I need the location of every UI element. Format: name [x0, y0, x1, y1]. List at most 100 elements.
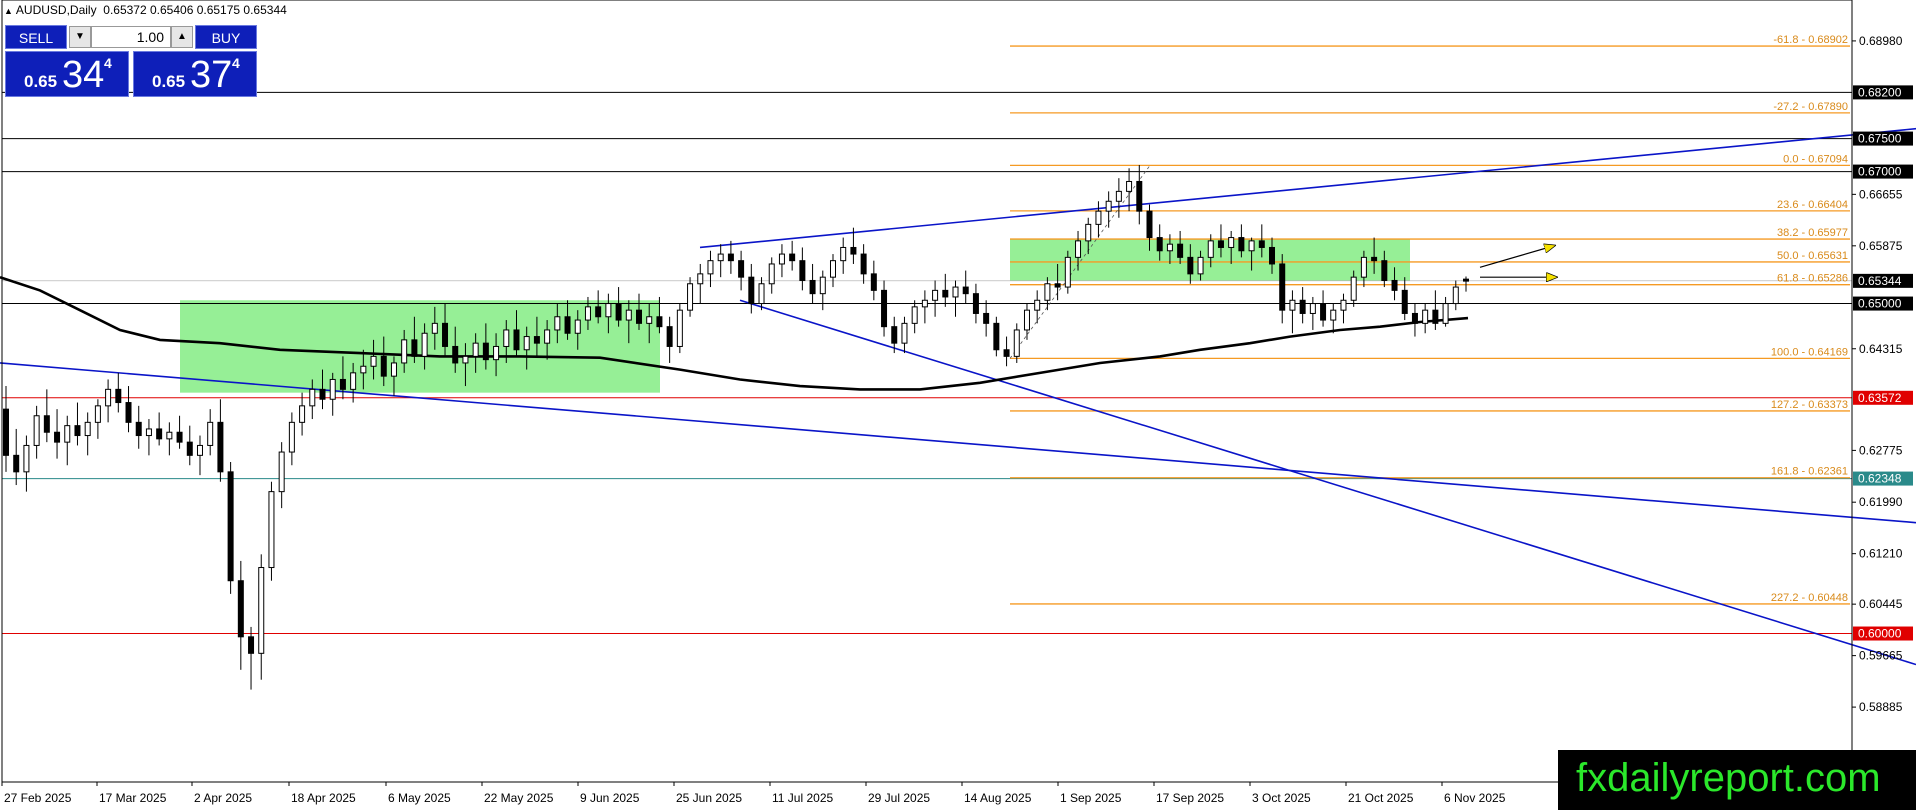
candle[interactable] [1115, 178, 1122, 218]
candle[interactable] [196, 435, 203, 476]
candle[interactable] [676, 303, 683, 354]
trendline[interactable] [739, 299, 1916, 666]
candle[interactable] [207, 409, 214, 456]
candle[interactable] [135, 405, 142, 449]
candle[interactable] [156, 412, 163, 446]
candle[interactable] [1289, 290, 1296, 334]
candle[interactable] [840, 237, 847, 274]
candle[interactable] [768, 257, 775, 294]
candle[interactable] [1013, 323, 1020, 363]
candle[interactable] [687, 277, 694, 317]
lot-size-input[interactable]: 1.00 [91, 26, 171, 48]
bull-candle-body [360, 365, 367, 374]
bull-candle-body [166, 431, 173, 440]
sell-button[interactable]: SELL [5, 25, 67, 49]
candle[interactable] [697, 263, 704, 304]
candle[interactable] [1309, 296, 1316, 330]
candle[interactable] [972, 283, 979, 324]
lot-increase-icon[interactable]: ▲ [171, 26, 193, 48]
candle[interactable] [74, 402, 81, 446]
sell-price-box[interactable]: 0.65 34 4 [5, 51, 129, 97]
candle[interactable] [54, 409, 61, 459]
candle[interactable] [115, 372, 122, 413]
candle[interactable] [248, 626, 255, 690]
candle[interactable] [819, 270, 826, 311]
candle[interactable] [993, 316, 1000, 357]
candle[interactable] [1411, 303, 1418, 337]
candle[interactable] [870, 260, 877, 301]
price-chart[interactable]: -61.8 - 0.68902 -27.2 - 0.67890 0.0 - 0.67… [0, 0, 1916, 810]
candle[interactable] [778, 244, 785, 278]
candle[interactable] [33, 405, 40, 459]
candle[interactable] [268, 481, 275, 581]
candle[interactable] [666, 316, 673, 363]
candle[interactable] [329, 372, 336, 416]
candle[interactable] [13, 428, 20, 486]
candle[interactable] [1105, 191, 1112, 228]
candle[interactable] [1095, 201, 1102, 238]
candle[interactable] [299, 392, 306, 436]
candle[interactable] [727, 240, 734, 274]
candle[interactable] [84, 412, 91, 456]
candle[interactable] [43, 389, 50, 443]
candle[interactable] [3, 386, 9, 472]
candle[interactable] [921, 290, 928, 324]
candle[interactable] [145, 419, 152, 456]
candle[interactable] [962, 270, 969, 304]
candle[interactable] [983, 300, 990, 337]
candle[interactable] [1003, 336, 1010, 367]
candle[interactable] [758, 277, 765, 311]
candle[interactable] [1299, 287, 1306, 324]
candle[interactable] [186, 425, 193, 466]
candle[interactable] [1279, 254, 1286, 324]
projection-arrow[interactable] [1479, 245, 1555, 268]
candle[interactable] [789, 240, 796, 271]
candle[interactable] [911, 300, 918, 334]
candle[interactable] [809, 263, 816, 304]
candle[interactable] [829, 254, 836, 288]
trendline[interactable] [699, 127, 1916, 249]
bull-candle-body [717, 253, 724, 262]
candle[interactable] [278, 442, 285, 509]
candle[interactable] [288, 412, 295, 466]
candle[interactable] [1320, 290, 1327, 327]
candle[interactable] [125, 386, 132, 433]
candle[interactable] [94, 399, 101, 439]
bear-candle-body [666, 326, 673, 347]
candle[interactable] [166, 422, 173, 456]
candle[interactable] [1432, 290, 1439, 330]
candle[interactable] [707, 250, 714, 288]
candle[interactable] [217, 399, 224, 482]
candle[interactable] [1340, 293, 1347, 324]
candle[interactable] [942, 273, 949, 307]
trendline[interactable] [0, 362, 1916, 524]
candle[interactable] [237, 560, 244, 670]
buy-button[interactable]: BUY [195, 25, 257, 49]
candle[interactable] [932, 280, 939, 317]
candle[interactable] [1442, 296, 1449, 327]
candle[interactable] [1023, 303, 1030, 340]
candle[interactable] [1136, 164, 1143, 225]
candle[interactable] [738, 250, 745, 291]
candle[interactable] [952, 280, 959, 317]
candle[interactable] [105, 379, 112, 423]
candle[interactable] [258, 554, 265, 680]
lot-decrease-icon[interactable]: ▼ [69, 26, 91, 48]
candle[interactable] [227, 461, 234, 594]
buy-price-box[interactable]: 0.65 37 4 [133, 51, 257, 97]
candle[interactable] [1422, 303, 1429, 334]
candle[interactable] [1330, 303, 1337, 334]
candle[interactable] [176, 415, 183, 449]
candle[interactable] [881, 280, 888, 337]
candle[interactable] [1401, 277, 1408, 321]
collapse-triangle-icon[interactable]: ▲ [4, 6, 13, 16]
candle[interactable] [64, 415, 71, 466]
candle[interactable] [1064, 250, 1071, 294]
candle[interactable] [860, 244, 867, 284]
candle[interactable] [901, 316, 908, 354]
candle[interactable] [23, 435, 30, 492]
candle[interactable] [799, 247, 806, 291]
candle[interactable] [1044, 277, 1051, 311]
candle[interactable] [748, 263, 755, 314]
candle[interactable] [717, 244, 724, 278]
